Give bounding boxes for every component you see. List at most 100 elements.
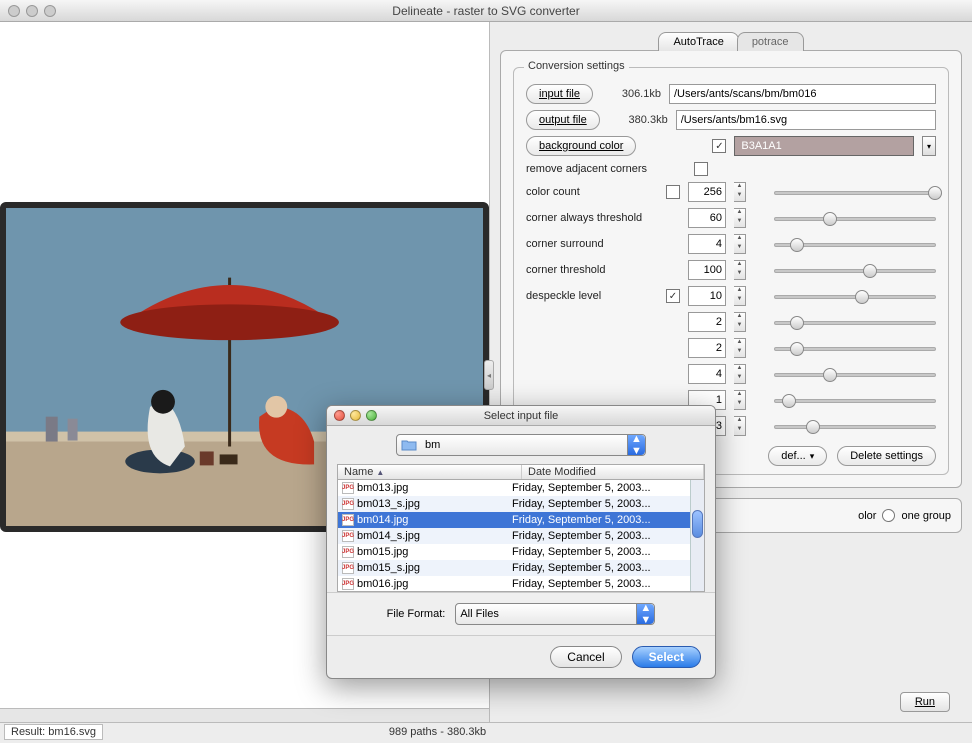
sort-arrow-icon: ▲	[376, 468, 384, 477]
file-list[interactable]: JPGbm013.jpgFriday, September 5, 2003...…	[337, 480, 705, 592]
jpg-file-icon: JPG	[342, 530, 354, 542]
tracer-tabs: AutoTrace potrace	[500, 32, 962, 51]
file-list-scrollbar[interactable]	[690, 480, 704, 591]
setting-value-input[interactable]	[688, 338, 726, 358]
file-row[interactable]: JPGbm015.jpgFriday, September 5, 2003...	[338, 544, 704, 560]
file-name: JPGbm015.jpg	[342, 546, 512, 558]
minimize-window-button[interactable]	[26, 5, 38, 17]
close-window-button[interactable]	[8, 5, 20, 17]
setting-row: corner always threshold▲▼	[526, 208, 936, 228]
run-button[interactable]: Run	[900, 692, 950, 712]
file-list-header: Name ▲ Date Modified	[337, 464, 705, 480]
setting-stepper[interactable]: ▲▼	[734, 312, 746, 332]
setting-stepper[interactable]: ▲▼	[734, 416, 746, 436]
file-format-value: All Files	[456, 608, 636, 620]
file-name: JPGbm014_s.jpg	[342, 530, 512, 542]
setting-checkbox[interactable]: ✓	[666, 289, 680, 303]
setting-slider[interactable]	[774, 313, 936, 331]
output-file-button[interactable]: output file	[526, 110, 600, 130]
popup-arrows-icon: ▲▼	[627, 435, 645, 455]
setting-value-input[interactable]	[688, 312, 726, 332]
setting-slider[interactable]	[774, 287, 936, 305]
background-color-checkbox[interactable]: ✓	[712, 139, 726, 153]
setting-value-input[interactable]	[688, 286, 726, 306]
setting-slider[interactable]	[774, 209, 936, 227]
file-name: JPGbm013.jpg	[342, 482, 512, 494]
status-paths: 989 paths - 380.3kb	[103, 726, 772, 738]
background-color-dropdown-icon[interactable]: ▾	[922, 136, 936, 156]
file-row[interactable]: JPGbm014_s.jpgFriday, September 5, 2003.…	[338, 528, 704, 544]
delete-settings-button[interactable]: Delete settings	[837, 446, 936, 466]
file-row[interactable]: JPGbm014.jpgFriday, September 5, 2003...	[338, 512, 704, 528]
setting-slider[interactable]	[774, 261, 936, 279]
background-color-button[interactable]: background color	[526, 136, 636, 156]
file-name: JPGbm015_s.jpg	[342, 562, 512, 574]
one-group-radio[interactable]	[882, 509, 895, 522]
setting-stepper[interactable]: ▲▼	[734, 260, 746, 280]
setting-stepper[interactable]: ▲▼	[734, 208, 746, 228]
dialog-folder-name: bm	[421, 439, 627, 451]
dialog-titlebar: Select input file	[327, 406, 715, 426]
setting-checkbox[interactable]	[666, 185, 680, 199]
setting-row: color count ▲▼	[526, 182, 936, 202]
setting-value-input[interactable]	[688, 182, 726, 202]
setting-row: corner surround▲▼	[526, 234, 936, 254]
setting-stepper[interactable]: ▲▼	[734, 364, 746, 384]
setting-stepper[interactable]: ▲▼	[734, 286, 746, 306]
horizontal-scrollbar[interactable]	[0, 708, 489, 722]
setting-slider[interactable]	[774, 417, 936, 435]
output-file-path[interactable]	[676, 110, 936, 130]
split-handle[interactable]: ◂	[484, 360, 494, 390]
window-title: Delineate - raster to SVG converter	[0, 4, 972, 18]
setting-value-input[interactable]	[688, 234, 726, 254]
setting-value-input[interactable]	[688, 208, 726, 228]
background-color-field[interactable]: B3A1A1	[734, 136, 914, 156]
file-row[interactable]: JPGbm016.jpgFriday, September 5, 2003...	[338, 576, 704, 592]
select-button[interactable]: Select	[632, 646, 701, 668]
file-date: Friday, September 5, 2003...	[512, 562, 700, 574]
jpg-file-icon: JPG	[342, 498, 354, 510]
setting-slider[interactable]	[774, 365, 936, 383]
file-date: Friday, September 5, 2003...	[512, 514, 700, 526]
column-name-header[interactable]: Name ▲	[338, 465, 522, 479]
setting-slider[interactable]	[774, 183, 936, 201]
file-row[interactable]: JPGbm013.jpgFriday, September 5, 2003...	[338, 480, 704, 496]
defaults-button[interactable]: def...	[768, 446, 827, 466]
file-format-label: File Format:	[387, 608, 446, 620]
remove-adjacent-checkbox[interactable]	[694, 162, 708, 176]
tab-potrace[interactable]: potrace	[737, 32, 804, 51]
file-row[interactable]: JPGbm015_s.jpgFriday, September 5, 2003.…	[338, 560, 704, 576]
cancel-button[interactable]: Cancel	[550, 646, 621, 668]
setting-value-input[interactable]	[688, 260, 726, 280]
setting-slider[interactable]	[774, 235, 936, 253]
column-date-header[interactable]: Date Modified	[522, 465, 704, 479]
dialog-folder-popup[interactable]: bm ▲▼	[396, 434, 646, 456]
tab-autotrace[interactable]: AutoTrace	[658, 32, 738, 51]
file-name: JPGbm013_s.jpg	[342, 498, 512, 510]
setting-stepper[interactable]: ▲▼	[734, 338, 746, 358]
setting-label: color count	[526, 186, 658, 198]
setting-row: ▲▼	[526, 312, 936, 332]
setting-stepper[interactable]: ▲▼	[734, 390, 746, 410]
file-format-popup[interactable]: All Files ▲▼	[455, 603, 655, 625]
status-result: Result: bm16.svg	[4, 724, 103, 740]
file-date: Friday, September 5, 2003...	[512, 482, 700, 494]
setting-slider[interactable]	[774, 391, 936, 409]
setting-stepper[interactable]: ▲▼	[734, 182, 746, 202]
setting-value-input[interactable]	[688, 364, 726, 384]
scrollbar-thumb[interactable]	[692, 510, 703, 538]
output-file-size: 380.3kb	[608, 114, 668, 126]
conversion-settings-legend: Conversion settings	[524, 60, 629, 72]
traffic-lights	[8, 5, 56, 17]
setting-slider[interactable]	[774, 339, 936, 357]
input-file-path[interactable]	[669, 84, 936, 104]
jpg-file-icon: JPG	[342, 514, 354, 526]
setting-stepper[interactable]: ▲▼	[734, 234, 746, 254]
file-date: Friday, September 5, 2003...	[512, 530, 700, 542]
setting-row: despeckle level✓▲▼	[526, 286, 936, 306]
setting-row: ▲▼	[526, 364, 936, 384]
input-file-button[interactable]: input file	[526, 84, 593, 104]
file-row[interactable]: JPGbm013_s.jpgFriday, September 5, 2003.…	[338, 496, 704, 512]
zoom-window-button[interactable]	[44, 5, 56, 17]
jpg-file-icon: JPG	[342, 546, 354, 558]
